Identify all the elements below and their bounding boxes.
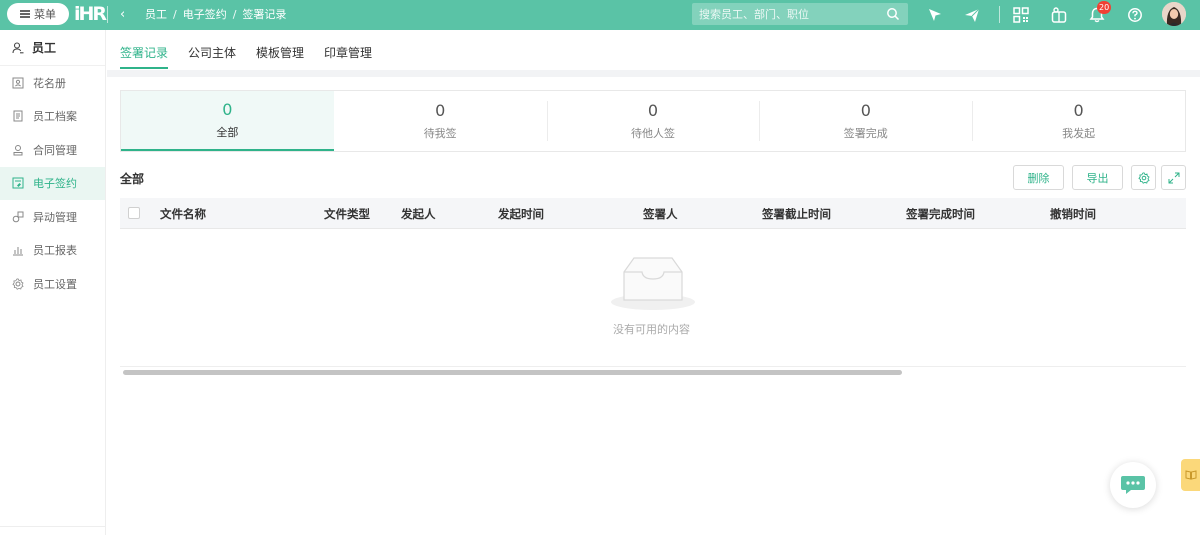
pointer-icon[interactable] bbox=[926, 6, 944, 24]
sidebar-item-label: 员工设置 bbox=[33, 277, 77, 291]
empty-inbox-icon bbox=[611, 257, 695, 310]
help-icon[interactable] bbox=[1126, 6, 1144, 24]
search-icon[interactable] bbox=[886, 7, 900, 21]
search-input[interactable] bbox=[699, 7, 879, 21]
stat-count: 0 bbox=[1073, 100, 1084, 120]
stat-label: 我发起 bbox=[1062, 126, 1096, 140]
user-icon bbox=[12, 41, 24, 53]
export-button[interactable]: 导出 bbox=[1072, 165, 1123, 190]
apps-icon[interactable] bbox=[1050, 6, 1068, 24]
breadcrumb-separator: / bbox=[173, 8, 177, 21]
tab-company-entity[interactable]: 公司主体 bbox=[188, 44, 236, 68]
stat-count: 0 bbox=[435, 100, 446, 120]
stat-count: 0 bbox=[860, 100, 871, 120]
breadcrumb-item-records: 签署记录 bbox=[242, 8, 287, 21]
column-header[interactable]: 文件类型 bbox=[324, 206, 370, 222]
sidebar-header[interactable]: 员工 bbox=[0, 30, 105, 66]
column-header[interactable]: 签署人 bbox=[643, 206, 678, 222]
stat-label: 待他人签 bbox=[630, 126, 675, 140]
divider bbox=[107, 6, 108, 23]
stat-count: 0 bbox=[647, 100, 659, 120]
menu-button[interactable]: 菜单 bbox=[7, 3, 69, 25]
roster-icon bbox=[12, 77, 24, 89]
select-all-checkbox[interactable] bbox=[128, 207, 140, 219]
sidebar-item-label: 花名册 bbox=[33, 76, 66, 90]
qr-code-icon[interactable] bbox=[1012, 6, 1030, 24]
column-header[interactable]: 撤销时间 bbox=[1050, 206, 1096, 222]
sidebar-item-employee-files[interactable]: 员工档案 bbox=[0, 100, 105, 134]
sidebar-item-label: 异动管理 bbox=[33, 210, 77, 224]
file-icon bbox=[13, 110, 23, 122]
tab-seal-management[interactable]: 印章管理 bbox=[324, 44, 372, 68]
user-photo-icon bbox=[1162, 2, 1186, 26]
section-divider bbox=[107, 70, 1200, 77]
column-header[interactable]: 签署完成时间 bbox=[906, 206, 975, 222]
stat-completed[interactable]: 0 签署完成 bbox=[759, 91, 972, 151]
section-title: 全部 bbox=[120, 172, 145, 186]
esign-icon bbox=[12, 177, 24, 189]
stat-label: 待我签 bbox=[423, 126, 457, 140]
sidebar-item-contracts[interactable]: 合同管理 bbox=[0, 133, 105, 167]
report-icon bbox=[13, 247, 23, 256]
sidebar-item-roster[interactable]: 花名册 bbox=[0, 66, 105, 100]
breadcrumb-separator: / bbox=[232, 8, 237, 21]
delete-button[interactable]: 删除 bbox=[1013, 165, 1064, 190]
table-header: 文件名称 文件类型 发起人 发起时间 签署人 签署截止时间 签署完成时间 撤销时… bbox=[120, 198, 1186, 229]
sidebar-item-label: 员工报表 bbox=[33, 244, 77, 258]
menu-icon bbox=[20, 10, 30, 18]
menu-label: 菜单 bbox=[34, 8, 56, 21]
sidebar-item-settings[interactable]: 员工设置 bbox=[0, 267, 105, 301]
notification-badge: 20 bbox=[1097, 1, 1112, 14]
stat-initiated-by-me[interactable]: 0 我发起 bbox=[972, 91, 1185, 151]
contract-icon bbox=[13, 144, 23, 156]
breadcrumb-item-esign[interactable]: 电子签约 bbox=[183, 7, 227, 22]
sidebar-item-label: 员工档案 bbox=[33, 110, 77, 124]
stat-count: 0 bbox=[222, 99, 233, 119]
side-panel-tab[interactable] bbox=[1181, 459, 1200, 491]
chat-support-button[interactable] bbox=[1110, 462, 1156, 508]
app-logo[interactable]: iHR bbox=[74, 2, 107, 26]
tab-sign-records[interactable]: 签署记录 bbox=[120, 44, 169, 69]
column-header[interactable]: 文件名称 bbox=[160, 206, 206, 222]
column-header[interactable]: 发起人 bbox=[401, 206, 436, 222]
back-chevron-icon[interactable]: ‹ bbox=[120, 6, 125, 23]
sidebar-item-label: 合同管理 bbox=[33, 143, 77, 157]
empty-state-text: 没有可用的内容 bbox=[613, 323, 690, 336]
column-header[interactable]: 发起时间 bbox=[498, 206, 544, 222]
divider bbox=[999, 6, 1000, 23]
book-icon bbox=[1185, 470, 1196, 480]
breadcrumb: 员工 / 电子签约 / 签署记录 bbox=[145, 7, 286, 22]
top-bar: 菜单 iHR ‹ 员工 / 电子签约 / 签署记录 20 bbox=[0, 0, 1200, 30]
search-box[interactable] bbox=[692, 3, 908, 25]
column-settings-button[interactable] bbox=[1131, 165, 1156, 190]
sidebar-header-label: 员工 bbox=[32, 41, 57, 55]
horizontal-scrollbar[interactable] bbox=[123, 370, 902, 375]
settings-icon bbox=[12, 278, 24, 290]
divider bbox=[0, 526, 106, 527]
stat-label: 签署完成 bbox=[843, 126, 888, 140]
tab-template-management[interactable]: 模板管理 bbox=[256, 44, 304, 68]
gear-icon bbox=[1137, 171, 1150, 184]
stat-pending-others[interactable]: 0 待他人签 bbox=[546, 91, 760, 151]
sidebar-item-esign[interactable]: 电子签约 bbox=[0, 166, 105, 200]
expand-icon bbox=[1168, 172, 1179, 183]
sidebar-item-reports[interactable]: 员工报表 bbox=[0, 234, 105, 268]
tab-bar: 签署记录 公司主体 模板管理 印章管理 bbox=[120, 44, 372, 69]
stat-label: 全部 bbox=[216, 125, 239, 139]
avatar[interactable] bbox=[1162, 2, 1186, 26]
table-bottom-border bbox=[120, 366, 1186, 367]
fullscreen-button[interactable] bbox=[1161, 165, 1186, 190]
sidebar: 员工 花名册 员工档案 合同管理 电子签约 异动管理 员工报表 员工设置 bbox=[0, 30, 106, 535]
stat-pending-me[interactable]: 0 待我签 bbox=[334, 91, 547, 151]
chat-bubble-icon bbox=[1121, 476, 1145, 494]
sidebar-item-label: 电子签约 bbox=[33, 177, 77, 191]
breadcrumb-item-employee[interactable]: 员工 bbox=[145, 7, 167, 22]
status-summary: 0 全部 0 待我签 0 待他人签 0 签署完成 0 我发起 bbox=[120, 90, 1186, 152]
transfer-icon bbox=[12, 211, 24, 223]
sidebar-item-transfer[interactable]: 异动管理 bbox=[0, 200, 105, 234]
column-header[interactable]: 签署截止时间 bbox=[762, 206, 831, 222]
stat-all[interactable]: 0 全部 bbox=[121, 91, 334, 151]
send-icon[interactable] bbox=[963, 6, 981, 24]
